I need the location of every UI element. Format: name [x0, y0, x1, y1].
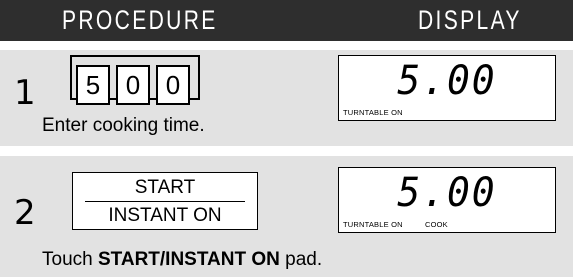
step-caption: Touch START/INSTANT ON pad. — [42, 249, 322, 271]
procedure-heading: PROCEDURE — [62, 5, 218, 35]
display-digits: 5.00 — [397, 170, 497, 216]
caption-suffix: pad. — [279, 249, 323, 270]
caption-prefix: Touch — [42, 249, 98, 270]
lcd-display: 5.00 TURNTABLE ON — [338, 55, 556, 121]
step-row-1: 1 5 0 0 Enter cooking time. 5.00 TURNTAB… — [0, 50, 573, 146]
turntable-on-indicator: TURNTABLE ON — [343, 220, 403, 229]
key-0[interactable]: 0 — [156, 65, 190, 105]
start-label: START — [134, 177, 196, 198]
cook-indicator: COOK — [425, 220, 448, 229]
turntable-on-indicator: TURNTABLE ON — [343, 108, 403, 117]
step-number: 2 — [14, 193, 36, 233]
lcd-display: 5.00 TURNTABLE ON COOK — [338, 167, 556, 233]
instant-on-label: INSTANT ON — [108, 205, 222, 226]
start-instant-on-button[interactable]: START INSTANT ON — [72, 172, 258, 230]
display-heading: DISPLAY — [418, 5, 522, 35]
step-row-2: 2 START INSTANT ON Touch START/INSTANT O… — [0, 156, 573, 277]
step-caption: Enter cooking time. — [42, 115, 205, 136]
display-digits: 5.00 — [397, 58, 497, 104]
key-0[interactable]: 0 — [116, 65, 150, 105]
step-number: 1 — [14, 73, 36, 113]
caption-bold: START/INSTANT ON — [97, 249, 280, 270]
key-5[interactable]: 5 — [76, 65, 110, 105]
table-header: PROCEDURE DISPLAY — [0, 0, 573, 41]
pad-divider — [85, 201, 245, 202]
